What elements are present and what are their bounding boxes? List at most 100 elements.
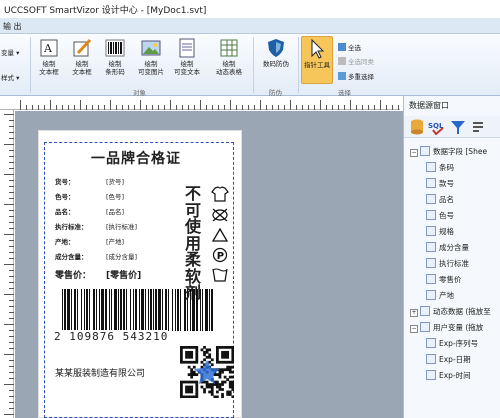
tree-label: 执行标准	[439, 259, 469, 268]
draw-textframe-button[interactable]: 绘制 文本框	[67, 38, 97, 76]
shirt-icon	[211, 186, 229, 202]
draw-barcode-button[interactable]: 绘制 条形码	[100, 38, 130, 76]
ribbon-left-item-0[interactable]: 变量 ▾	[1, 47, 19, 57]
folder-icon	[420, 322, 430, 332]
tree-item[interactable]: 成分含量	[426, 242, 469, 253]
database-icon[interactable]	[410, 119, 424, 135]
field-icon	[426, 194, 436, 204]
tree-item[interactable]: 款号	[426, 178, 454, 189]
expand-toggle-icon[interactable]: −	[410, 149, 418, 157]
tree-item[interactable]: 规格	[426, 226, 454, 237]
tree-label: 零售价	[439, 275, 462, 284]
vertical-warning-text[interactable]: 不可使用柔软剂	[182, 185, 204, 302]
field-label[interactable]: 色号：	[55, 191, 75, 201]
field-value[interactable]: [成分含量]	[106, 251, 137, 261]
field-icon	[426, 178, 436, 188]
draw-variable-image-button[interactable]: 绘制 可变图片	[136, 38, 166, 76]
draw-dynamic-table-button[interactable]: 绘制 动态表格	[214, 38, 244, 76]
field-icon	[426, 370, 436, 380]
expand-toggle-icon[interactable]: +	[410, 309, 418, 317]
price-value[interactable]: [零售价]	[106, 268, 141, 281]
tree-group[interactable]: − 数据字段 [Shee	[410, 146, 487, 157]
ribbon-left-item-1[interactable]: 样式 ▾	[1, 72, 19, 82]
tree-item[interactable]: 色号	[426, 210, 454, 221]
expand-toggle-icon[interactable]: −	[410, 325, 418, 333]
field-label[interactable]: 执行标准：	[55, 221, 88, 231]
qr-code[interactable]	[180, 346, 234, 398]
price-label[interactable]: 零售价：	[55, 268, 91, 281]
tree-item[interactable]: Exp-时间	[426, 370, 471, 381]
field-icon	[426, 290, 436, 300]
multi-select-button[interactable]: 多重选择	[338, 71, 374, 81]
field-icon	[426, 274, 436, 284]
vertical-ruler	[0, 110, 14, 418]
field-icon	[426, 258, 436, 268]
tree-label: 款号	[439, 179, 454, 188]
draw-variable-text-button[interactable]: 绘制 可变文本	[172, 38, 202, 76]
sort-icon[interactable]	[470, 119, 486, 135]
field-icon	[426, 354, 436, 364]
ribbon-toolbar: 变量 ▾ 样式 ▾ A 绘制 文本框 绘制 文本框 绘制 条形码 绘制 可变图片…	[0, 34, 500, 97]
tree-item[interactable]: Exp-序列号	[426, 338, 478, 349]
field-value[interactable]: [执行标准]	[106, 221, 137, 231]
textbox-icon: A	[40, 39, 58, 57]
tree-item[interactable]: Exp-日期	[426, 354, 471, 365]
field-icon	[426, 338, 436, 348]
tree-label: Exp-日期	[439, 355, 471, 364]
tree-item[interactable]: 品名	[426, 194, 454, 205]
field-label[interactable]: 产地：	[55, 236, 75, 246]
wash-icon	[212, 268, 228, 282]
tree-group[interactable]: − 用户变量 (拖放	[410, 322, 483, 333]
tree-item[interactable]: 产地	[426, 290, 454, 301]
tree-label: 数据字段 [Shee	[433, 147, 488, 156]
data-source-panel: 数据源窗口 SQL − 数据字段 [Shee 条码款号品名色号规格成分含量执行标准零…	[403, 96, 500, 418]
field-label[interactable]: 货号：	[55, 176, 75, 186]
pointer-icon	[311, 39, 325, 59]
field-value[interactable]: [货号]	[106, 176, 124, 186]
tree-group[interactable]: + 动态数据 (拖放至	[410, 306, 491, 317]
field-value[interactable]: [色号]	[106, 191, 124, 201]
barcode-icon	[105, 39, 125, 57]
barcode[interactable]	[60, 289, 218, 331]
no-bleach-icon	[212, 208, 228, 222]
svg-text:A: A	[43, 42, 53, 55]
doc-title[interactable]: 一品牌合格证	[91, 148, 181, 168]
folder-icon	[420, 306, 430, 316]
field-value[interactable]: [品名]	[106, 206, 124, 216]
tree-item[interactable]: 执行标准	[426, 258, 469, 269]
digital-anticounterfeit-button[interactable]: 数码防伪	[258, 38, 294, 68]
tree-item[interactable]: 零售价	[426, 274, 462, 285]
select-same-button[interactable]: 全选同类	[338, 56, 374, 66]
panel-title: 数据源窗口	[409, 101, 449, 110]
menu-item-output[interactable]: 输 出	[3, 21, 22, 32]
tree-item[interactable]: 条码	[426, 162, 454, 173]
tree-label: 品名	[439, 195, 454, 204]
field-icon	[426, 226, 436, 236]
draw-textbox-button[interactable]: A 绘制 文本框	[34, 38, 64, 76]
care-symbols[interactable]: P	[211, 186, 229, 286]
field-label[interactable]: 成分含量：	[55, 251, 88, 261]
filter-icon[interactable]	[450, 119, 466, 135]
barcode-digits: 2 109876 543210	[54, 330, 169, 343]
tree-label: 规格	[439, 227, 454, 236]
image-icon	[141, 40, 161, 56]
tree-label: Exp-序列号	[439, 339, 479, 348]
company-name[interactable]: 某某服装制造有限公司	[55, 366, 145, 379]
p-circle-icon: P	[212, 247, 228, 263]
title-bar: UCCSOFT SmartVizor 设计中心 - [MyDoc1.svt]	[0, 0, 500, 18]
select-all-button[interactable]: 全选	[338, 42, 361, 52]
field-value[interactable]: [产地]	[106, 236, 124, 246]
pointer-tool-button[interactable]: 指针工具	[301, 36, 333, 84]
tree-label: 用户变量 (拖放	[433, 323, 484, 332]
svg-text:P: P	[217, 251, 224, 262]
field-label[interactable]: 品名：	[55, 206, 75, 216]
folder-icon	[420, 146, 430, 156]
document-icon	[179, 38, 195, 58]
tree-label: 色号	[439, 211, 454, 220]
select-all-icon	[338, 43, 346, 51]
sql-icon[interactable]: SQL	[428, 119, 446, 135]
field-icon	[426, 162, 436, 172]
horizontal-ruler	[0, 96, 400, 110]
field-icon	[426, 242, 436, 252]
pencil-icon	[73, 38, 92, 57]
